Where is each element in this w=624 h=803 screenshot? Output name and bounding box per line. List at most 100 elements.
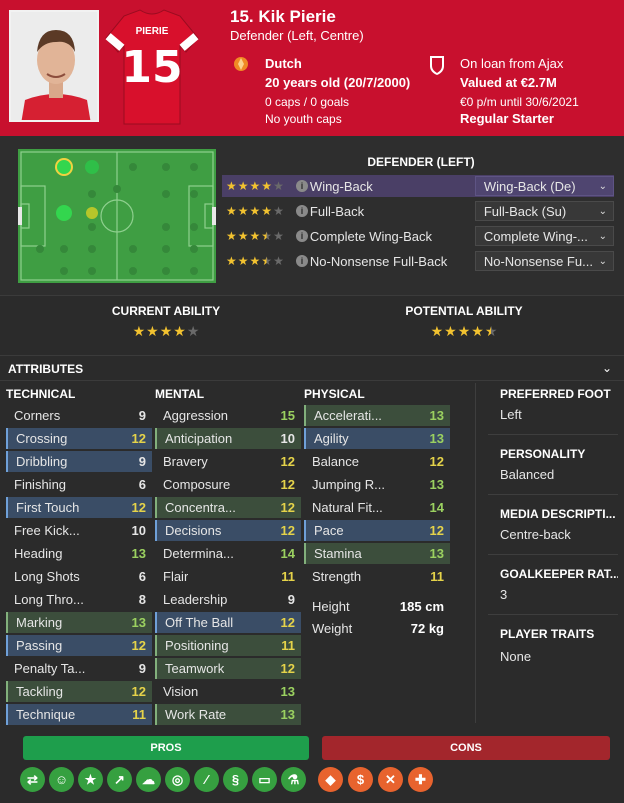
mental-title: MENTAL: [155, 387, 205, 401]
nationality: Dutch: [265, 56, 302, 71]
attribute-name: Penalty Ta...: [14, 661, 86, 676]
attribute-name: Finishing: [14, 477, 67, 492]
attribute-value: 12: [280, 477, 295, 492]
attributes-header[interactable]: ATTRIBUTES ⌄: [0, 355, 624, 381]
attribute-row[interactable]: Tackling 12: [6, 681, 152, 702]
potential-ability-stars: ★ ★ ★ ★ ★: [364, 324, 564, 338]
cons-bar[interactable]: CONS: [322, 736, 610, 760]
attribute-row[interactable]: Finishing 6: [6, 474, 152, 495]
role-duty-select[interactable]: No-Nonsense Fu... ⌄: [474, 251, 614, 271]
attribute-row[interactable]: First Touch 12: [6, 497, 152, 518]
star-icon: ★: [173, 323, 186, 339]
pros-bar[interactable]: PROS: [23, 736, 309, 760]
attribute-row[interactable]: Balance 12: [304, 451, 450, 472]
attribute-name: Pace: [314, 523, 344, 538]
attribute-row[interactable]: Flair 11: [155, 566, 301, 587]
star-icon: ★: [249, 179, 261, 193]
attribute-row[interactable]: Heading 13: [6, 543, 152, 564]
tag-icon[interactable]: ◆: [318, 767, 343, 792]
attribute-row[interactable]: Dribbling 9: [6, 451, 152, 472]
target-icon[interactable]: ◎: [165, 767, 190, 792]
info-icon[interactable]: i: [296, 230, 308, 242]
star-icon: ★: [249, 229, 261, 243]
attribute-row[interactable]: Vision 13: [155, 681, 301, 702]
attribute-row[interactable]: Natural Fit... 14: [304, 497, 450, 518]
attribute-row[interactable]: Long Shots 6: [6, 566, 152, 587]
attribute-row[interactable]: Determina... 14: [155, 543, 301, 564]
brain-icon[interactable]: ☁: [136, 767, 161, 792]
role-row[interactable]: ★ ★ ★ ★ ★ i Complete Wing-Back Complete Wing-..…: [222, 225, 614, 247]
medical-cross-icon[interactable]: ✚: [408, 767, 433, 792]
info-icon[interactable]: i: [296, 255, 308, 267]
attribute-row[interactable]: Leadership 9: [155, 589, 301, 610]
position-pitch[interactable]: [18, 149, 216, 283]
flask-icon[interactable]: ⚗: [281, 767, 306, 792]
attribute-row[interactable]: Strength 11: [304, 566, 450, 587]
side-info: PREFERRED FOOT Left PERSONALITY Balanced…: [488, 387, 618, 664]
attribute-row[interactable]: Long Thro... 8: [6, 589, 152, 610]
pitch-icon[interactable]: ▭: [252, 767, 277, 792]
attribute-value: 13: [131, 546, 146, 561]
divider: [488, 614, 618, 615]
trend-icon[interactable]: ↗: [107, 767, 132, 792]
attribute-row[interactable]: Work Rate 13: [155, 704, 301, 725]
attribute-row[interactable]: Passing 12: [6, 635, 152, 656]
attribute-value: 12: [280, 523, 295, 538]
attribute-row[interactable]: Marking 13: [6, 612, 152, 633]
goalkeeper-rating-label: GOALKEEPER RAT...: [500, 567, 618, 581]
attribute-row[interactable]: Agility 13: [304, 428, 450, 449]
chevron-down-icon: ⌄: [598, 255, 607, 267]
role-row[interactable]: ★ ★ ★ ★ ★ i No-Nonsense Full-Back No-Nonsense F…: [222, 250, 614, 272]
attribute-name: Natural Fit...: [312, 500, 383, 515]
star-icon[interactable]: ★: [78, 767, 103, 792]
attribute-row[interactable]: Jumping R... 13: [304, 474, 450, 495]
attribute-row[interactable]: Composure 12: [155, 474, 301, 495]
attribute-row[interactable]: Crossing 12: [6, 428, 152, 449]
chevron-down-icon[interactable]: ⌄: [602, 361, 612, 375]
attribute-name: First Touch: [16, 500, 80, 515]
smile-icon[interactable]: ☺: [49, 767, 74, 792]
attribute-row[interactable]: Teamwork 12: [155, 658, 301, 679]
star-icon: ★: [261, 204, 273, 218]
wage: €0 p/m until 30/6/2021: [460, 95, 579, 109]
attribute-value: 15: [280, 408, 295, 423]
position-panel: DEFENDER (LEFT) ★ ★ ★ ★ ★ i Wing-Back Wing-Back…: [0, 136, 624, 296]
info-icon[interactable]: i: [296, 180, 308, 192]
attribute-value: 12: [280, 500, 295, 515]
attribute-name: Heading: [14, 546, 63, 561]
attribute-row[interactable]: Stamina 13: [304, 543, 450, 564]
attribute-row[interactable]: Anticipation 10: [155, 428, 301, 449]
bandage-icon[interactable]: ∕: [194, 767, 219, 792]
attribute-name: Balance: [312, 454, 359, 469]
attribute-value: 13: [429, 408, 444, 423]
divider: [488, 494, 618, 495]
attribute-row[interactable]: Corners 9: [6, 405, 152, 426]
attribute-row[interactable]: Free Kick... 10: [6, 520, 152, 541]
star-icon: ★: [261, 229, 273, 243]
role-duty-select[interactable]: Wing-Back (De) ⌄: [474, 176, 614, 196]
info-icon[interactable]: i: [296, 205, 308, 217]
attribute-row[interactable]: Penalty Ta... 9: [6, 658, 152, 679]
attribute-row[interactable]: Off The Ball 12: [155, 612, 301, 633]
attribute-name: Positioning: [165, 638, 229, 653]
attribute-row[interactable]: Technique 11: [6, 704, 152, 725]
attribute-row[interactable]: Concentra... 12: [155, 497, 301, 518]
attribute-row[interactable]: Aggression 15: [155, 405, 301, 426]
boot-icon[interactable]: ✕: [378, 767, 403, 792]
attribute-row[interactable]: Accelerati... 13: [304, 405, 450, 426]
attribute-row[interactable]: Positioning 11: [155, 635, 301, 656]
role-row[interactable]: ★ ★ ★ ★ ★ i Full-Back Full-Back (Su) ⌄: [222, 200, 614, 222]
dna-icon[interactable]: §: [223, 767, 248, 792]
role-row[interactable]: ★ ★ ★ ★ ★ i Wing-Back Wing-Back (De) ⌄: [222, 175, 614, 197]
money-bag-icon[interactable]: $: [348, 767, 373, 792]
attribute-row[interactable]: Pace 12: [304, 520, 450, 541]
media-description-value: Centre-back: [500, 527, 571, 542]
attribute-value: 13: [429, 477, 444, 492]
loan-club-icon: [428, 54, 446, 79]
role-duty-select[interactable]: Full-Back (Su) ⌄: [474, 201, 614, 221]
attribute-row[interactable]: Bravery 12: [155, 451, 301, 472]
attribute-name: Decisions: [165, 523, 222, 538]
role-duty-select[interactable]: Complete Wing-... ⌄: [474, 226, 614, 246]
arrows-icon[interactable]: ⇄: [20, 767, 45, 792]
attribute-row[interactable]: Decisions 12: [155, 520, 301, 541]
